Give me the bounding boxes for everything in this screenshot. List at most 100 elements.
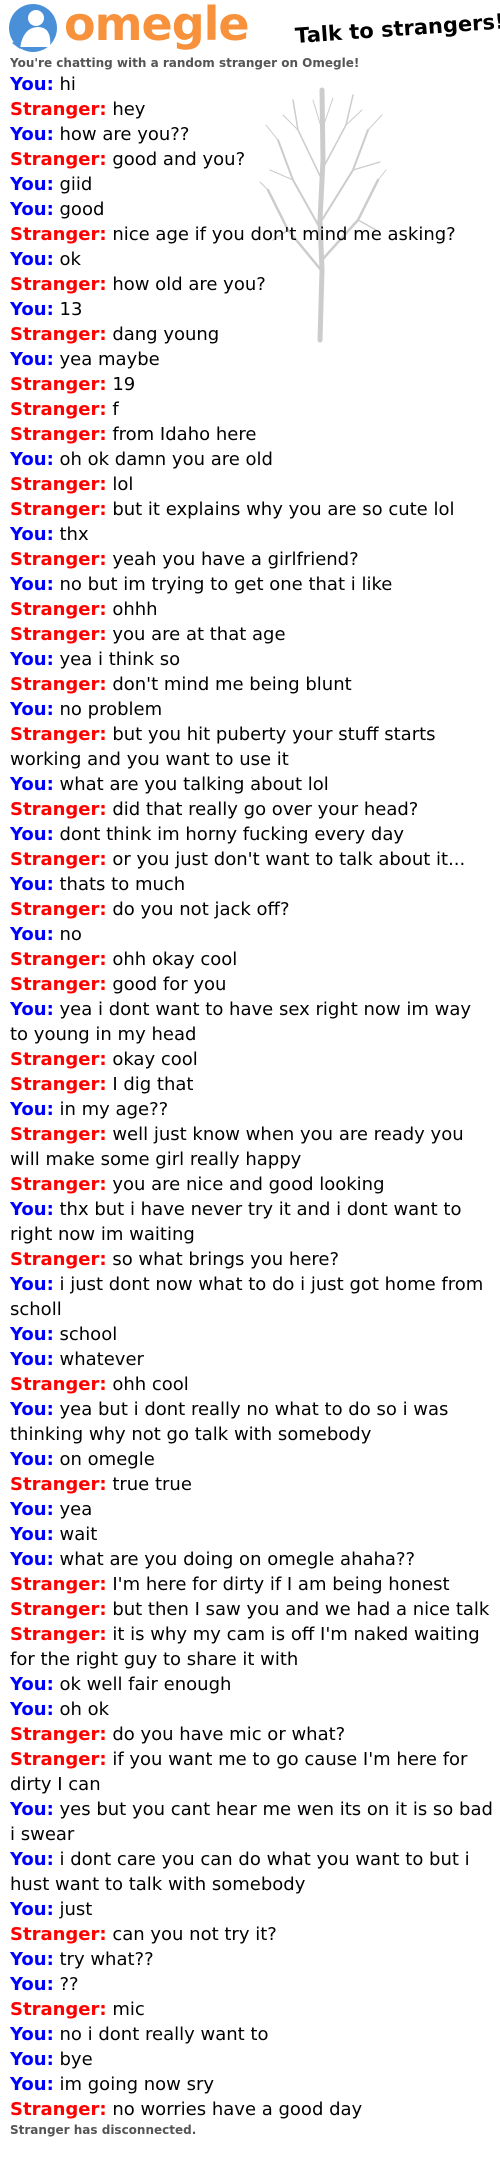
sender-stranger: Stranger: xyxy=(10,1924,107,1945)
message-text: ohhh xyxy=(112,599,158,620)
chat-message: Stranger: but you hit puberty your stuff… xyxy=(10,722,494,772)
message-text: okay cool xyxy=(112,1049,198,1070)
sender-stranger: Stranger: xyxy=(10,899,107,920)
message-text: no worries have a good day xyxy=(112,2099,363,2120)
sender-stranger: Stranger: xyxy=(10,674,107,695)
chat-message: You: yes but you cant hear me wen its on… xyxy=(10,1797,494,1847)
chat-message: Stranger: nice age if you don't mind me … xyxy=(10,222,494,247)
sender-stranger: Stranger: xyxy=(10,799,107,820)
chat-message: You: oh ok xyxy=(10,1697,494,1722)
sender-you: You: xyxy=(10,999,54,1020)
message-text: f xyxy=(112,399,119,420)
chat-message: You: thx xyxy=(10,522,494,547)
message-text: you are nice and good looking xyxy=(112,1174,385,1195)
message-text: yes but you cant hear me wen its on it i… xyxy=(10,1799,493,1845)
sender-you: You: xyxy=(10,824,54,845)
chat-message: Stranger: mic xyxy=(10,1997,494,2022)
sender-stranger: Stranger: xyxy=(10,974,107,995)
message-text: do you not jack off? xyxy=(112,899,290,920)
chat-message: You: how are you?? xyxy=(10,122,494,147)
message-text: good for you xyxy=(112,974,227,995)
chat-message: You: dont think im horny fucking every d… xyxy=(10,822,494,847)
chat-message: You: oh ok damn you are old xyxy=(10,447,494,472)
sender-stranger: Stranger: xyxy=(10,1749,107,1770)
message-text: im going now sry xyxy=(59,2074,215,2095)
message-text: how are you?? xyxy=(59,124,190,145)
message-text: oh ok xyxy=(59,1699,110,1720)
sender-you: You: xyxy=(10,2024,54,2045)
chat-message: You: school xyxy=(10,1322,494,1347)
message-text: but it explains why you are so cute lol xyxy=(112,499,455,520)
message-text: 13 xyxy=(59,299,83,320)
message-text: just xyxy=(59,1899,93,1920)
sender-you: You: xyxy=(10,249,54,270)
chat-message: Stranger: good for you xyxy=(10,972,494,997)
chat-message: Stranger: I dig that xyxy=(10,1072,494,1097)
message-text: you are at that age xyxy=(112,624,286,645)
chat-message: Stranger: don't mind me being blunt xyxy=(10,672,494,697)
message-text: do you have mic or what? xyxy=(112,1724,346,1745)
chat-message: Stranger: do you not jack off? xyxy=(10,897,494,922)
chat-message: Stranger: 19 xyxy=(10,372,494,397)
chat-message: You: no problem xyxy=(10,697,494,722)
sender-you: You: xyxy=(10,699,54,720)
sender-you: You: xyxy=(10,124,54,145)
chat-message: Stranger: true true xyxy=(10,1472,494,1497)
sender-you: You: xyxy=(10,1949,54,1970)
chat-message: You: bye xyxy=(10,2047,494,2072)
sender-you: You: xyxy=(10,299,54,320)
message-text: ohh okay cool xyxy=(112,949,238,970)
message-text: oh ok damn you are old xyxy=(59,449,274,470)
chat-message: You: ?? xyxy=(10,1972,494,1997)
disconnect-status: Stranger has disconnected. xyxy=(10,2123,197,2137)
message-text: no problem xyxy=(59,699,163,720)
chat-message: Stranger: but it explains why you are so… xyxy=(10,497,494,522)
message-text: thx but i have never try it and i dont w… xyxy=(10,1199,462,1245)
sender-you: You: xyxy=(10,649,54,670)
chat-message: Stranger: no worries have a good day xyxy=(10,2097,494,2122)
chat-message: Stranger: f xyxy=(10,397,494,422)
chat-message: You: no i dont really want to xyxy=(10,2022,494,2047)
sender-stranger: Stranger: xyxy=(10,424,107,445)
chat-message: You: im going now sry xyxy=(10,2072,494,2097)
chat-message: Stranger: how old are you? xyxy=(10,272,494,297)
message-text: school xyxy=(59,1324,118,1345)
sender-stranger: Stranger: xyxy=(10,2099,107,2120)
message-text: so what brings you here? xyxy=(112,1249,340,1270)
message-text: yeah you have a girlfriend? xyxy=(112,549,359,570)
sender-stranger: Stranger: xyxy=(10,1074,107,1095)
message-text: on omegle xyxy=(59,1449,155,1470)
sender-stranger: Stranger: xyxy=(10,1474,107,1495)
message-text: yea but i dont really no what to do so i… xyxy=(10,1399,449,1445)
chat-message: You: yea xyxy=(10,1497,494,1522)
message-text: I dig that xyxy=(112,1074,194,1095)
message-text: how old are you? xyxy=(112,274,266,295)
chat-log: You: hi Stranger: hey You: how are you?? St… xyxy=(10,72,494,2138)
chat-message: You: wait xyxy=(10,1522,494,1547)
chat-message: You: yea but i dont really no what to do… xyxy=(10,1397,494,1447)
message-text: ohh cool xyxy=(112,1374,189,1395)
sender-stranger: Stranger: xyxy=(10,1599,107,1620)
sender-you: You: xyxy=(10,1699,54,1720)
chat-message: Stranger: good and you? xyxy=(10,147,494,172)
sender-you: You: xyxy=(10,1324,54,1345)
sender-you: You: xyxy=(10,1799,54,1820)
message-text: in my age?? xyxy=(59,1099,169,1120)
sender-stranger: Stranger: xyxy=(10,374,107,395)
sender-you: You: xyxy=(10,449,54,470)
message-text: no but im trying to get one that i like xyxy=(59,574,393,595)
sender-you: You: xyxy=(10,924,54,945)
chat-message: You: thx but i have never try it and i d… xyxy=(10,1197,494,1247)
sender-you: You: xyxy=(10,2049,54,2070)
message-text: did that really go over your head? xyxy=(112,799,419,820)
message-text: good xyxy=(59,199,105,220)
message-text: ok xyxy=(59,249,81,270)
chat-message: Stranger: ohh okay cool xyxy=(10,947,494,972)
message-text: yea i dont want to have sex right now im… xyxy=(10,999,471,1045)
message-text: from Idaho here xyxy=(112,424,257,445)
message-text: nice age if you don't mind me asking? xyxy=(112,224,456,245)
chat-message: Stranger: yeah you have a girlfriend? xyxy=(10,547,494,572)
chat-message: Stranger: ohhh xyxy=(10,597,494,622)
chat-message: You: thats to much xyxy=(10,872,494,897)
tagline: Talk to strangers! xyxy=(294,9,500,48)
